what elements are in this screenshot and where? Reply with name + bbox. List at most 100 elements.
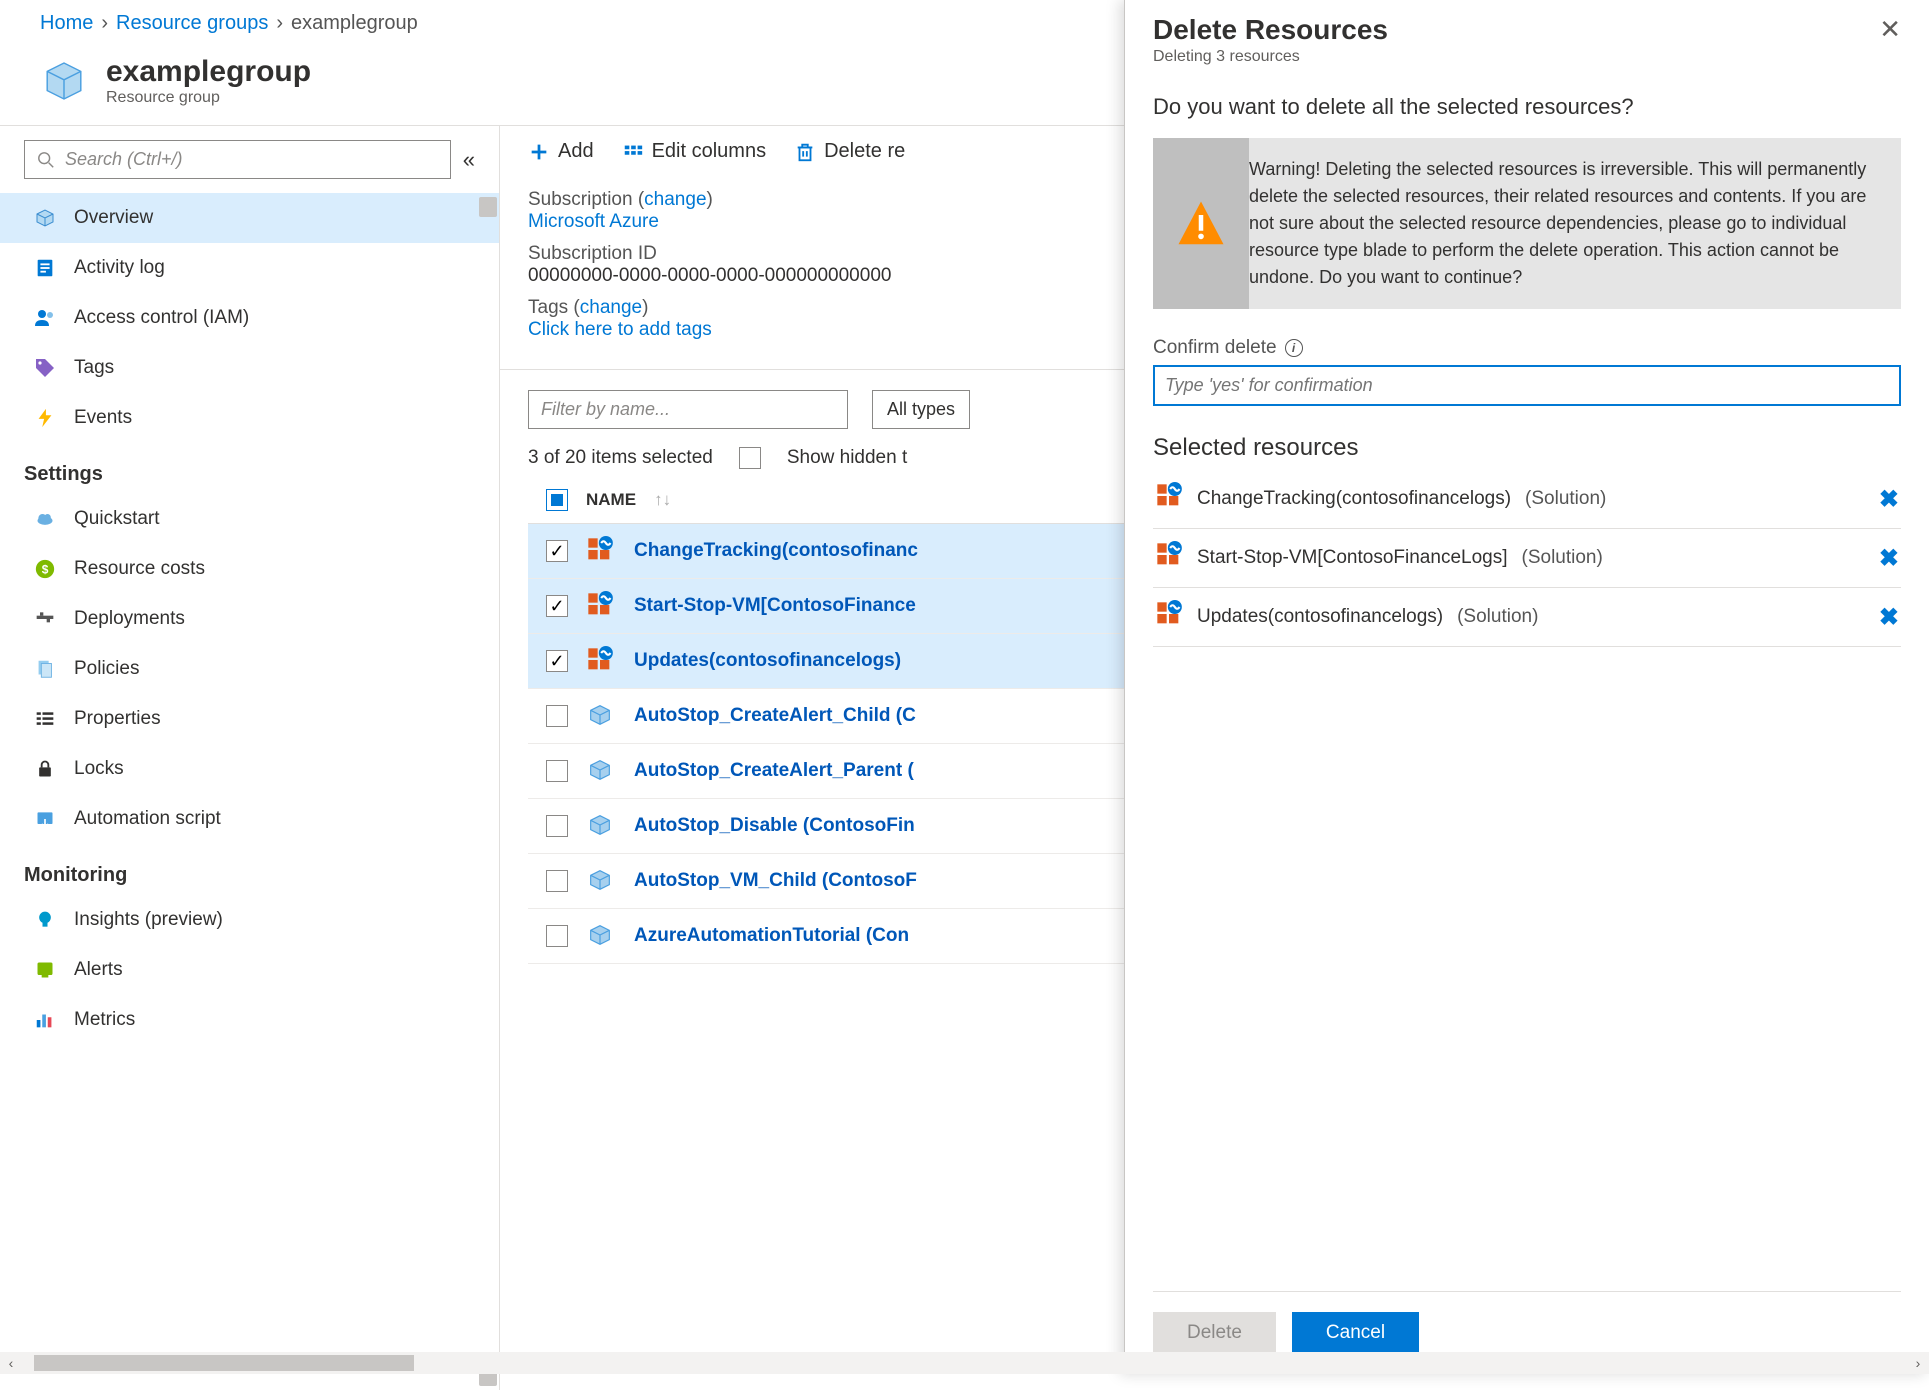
row-checkbox[interactable] [546,870,568,892]
row-name[interactable]: AutoStop_VM_Child (ContosoF [634,870,917,892]
sidebar-item-policies[interactable]: Policies [0,644,499,694]
remove-icon[interactable]: ✖ [1879,485,1899,514]
sidebar-item-alerts[interactable]: Alerts [0,945,499,995]
plus-icon [528,141,550,163]
row-name[interactable]: AutoStop_CreateAlert_Parent ( [634,760,914,782]
row-name[interactable]: Start-Stop-VM[ContosoFinance [634,595,916,617]
scrollbar-thumb[interactable] [34,1355,414,1371]
sidebar-item-label: Events [74,407,132,429]
nav-list: Overview Activity log Access control (IA… [0,193,499,1390]
confirm-label: Confirm delete i [1153,337,1901,359]
sidebar-item-tags[interactable]: Tags [0,343,499,393]
horizontal-scrollbar[interactable]: ‹ › [0,1352,1929,1374]
sidebar-item-events[interactable]: Events [0,393,499,443]
filter-input[interactable]: Filter by name... [528,390,848,429]
delete-button[interactable]: Delete [1153,1312,1276,1354]
sort-icon[interactable]: ↑↓ [654,490,671,510]
info-icon[interactable]: i [1285,339,1303,357]
row-checkbox[interactable] [546,540,568,562]
runbook-icon [586,921,616,951]
subscription-value[interactable]: Microsoft Azure [528,211,659,232]
selected-name: Start-Stop-VM[ContosoFinanceLogs] [1197,547,1508,569]
runbook-icon [586,811,616,841]
change-tags-link[interactable]: change [580,297,642,318]
add-tags-link[interactable]: Click here to add tags [528,319,712,340]
sidebar-item-label: Resource costs [74,558,205,580]
sidebar-item-label: Quickstart [74,508,160,530]
sidebar-item-properties[interactable]: Properties [0,694,499,744]
row-name[interactable]: Updates(contosofinancelogs) [634,650,901,672]
panel-question: Do you want to delete all the selected r… [1153,94,1901,120]
show-hidden-checkbox[interactable] [739,447,761,469]
select-all-checkbox[interactable] [546,489,568,511]
remove-icon[interactable]: ✖ [1879,603,1899,632]
selected-type: (Solution) [1457,606,1865,628]
search-input[interactable]: Search (Ctrl+/) [24,140,451,179]
confirm-input[interactable] [1153,365,1901,406]
sidebar-item-label: Insights (preview) [74,909,223,931]
sidebar-item-insights[interactable]: Insights (preview) [0,895,499,945]
sidebar-item-locks[interactable]: Locks [0,744,499,794]
solution-icon [1155,541,1183,575]
sidebar-item-automation-script[interactable]: Automation script [0,794,499,844]
metrics-icon [32,1007,58,1033]
script-icon [32,806,58,832]
trash-icon [794,141,816,163]
close-icon[interactable]: ✕ [1879,14,1901,45]
sidebar-item-activity-log[interactable]: Activity log [0,243,499,293]
scroll-left-icon[interactable]: ‹ [0,1352,22,1374]
sidebar-item-access-control[interactable]: Access control (IAM) [0,293,499,343]
edit-columns-button[interactable]: Edit columns [622,140,767,163]
toolbar-label: Edit columns [652,140,767,163]
toolbar-label: Add [558,140,594,163]
resource-group-icon [40,57,88,105]
cloud-icon [32,506,58,532]
solution-icon [1155,482,1183,516]
lock-icon [32,756,58,782]
sidebar-item-deployments[interactable]: Deployments [0,594,499,644]
sidebar: Search (Ctrl+/) « Overview Activity log … [0,126,500,1390]
remove-icon[interactable]: ✖ [1879,544,1899,573]
scroll-right-icon[interactable]: › [1907,1352,1929,1374]
sidebar-item-quickstart[interactable]: Quickstart [0,494,499,544]
scroll-up-handle[interactable] [479,197,497,217]
sidebar-item-metrics[interactable]: Metrics [0,995,499,1045]
sidebar-item-label: Automation script [74,808,221,830]
row-checkbox[interactable] [546,595,568,617]
breadcrumb-current: examplegroup [291,12,418,35]
selected-name: ChangeTracking(contosofinancelogs) [1197,488,1511,510]
sidebar-item-resource-costs[interactable]: $Resource costs [0,544,499,594]
selected-resources-title: Selected resources [1153,434,1901,462]
row-checkbox[interactable] [546,925,568,947]
sidebar-item-label: Properties [74,708,161,730]
panel-title: Delete Resources [1153,14,1388,46]
row-checkbox[interactable] [546,705,568,727]
delete-resource-group-button[interactable]: Delete re [794,140,905,163]
warning-box: Warning! Deleting the selected resources… [1153,138,1901,309]
row-name[interactable]: AzureAutomationTutorial (Con [634,925,909,947]
cancel-button[interactable]: Cancel [1292,1312,1419,1354]
solution-icon [1155,600,1183,634]
solution-icon [586,646,616,676]
selected-resource-row: ChangeTracking(contosofinancelogs)(Solut… [1153,470,1901,529]
row-checkbox[interactable] [546,815,568,837]
bulb-icon [32,907,58,933]
sidebar-item-overview[interactable]: Overview [0,193,499,243]
column-name[interactable]: NAME [586,490,636,510]
change-subscription-link[interactable]: change [644,189,706,210]
row-name[interactable]: AutoStop_CreateAlert_Child (C [634,705,916,727]
deploy-icon [32,606,58,632]
row-name[interactable]: AutoStop_Disable (ContosoFin [634,815,915,837]
row-name[interactable]: ChangeTracking(contosofinanc [634,540,918,562]
row-checkbox[interactable] [546,760,568,782]
type-select[interactable]: All types [872,390,970,429]
collapse-sidebar-icon[interactable]: « [463,147,475,173]
runbook-icon [586,756,616,786]
row-checkbox[interactable] [546,650,568,672]
breadcrumb-resource-groups[interactable]: Resource groups [116,12,268,35]
page-title: examplegroup [106,55,311,89]
add-button[interactable]: Add [528,140,594,163]
sidebar-item-label: Metrics [74,1009,135,1031]
page-subtitle: Resource group [106,89,311,107]
breadcrumb-home[interactable]: Home [40,12,93,35]
